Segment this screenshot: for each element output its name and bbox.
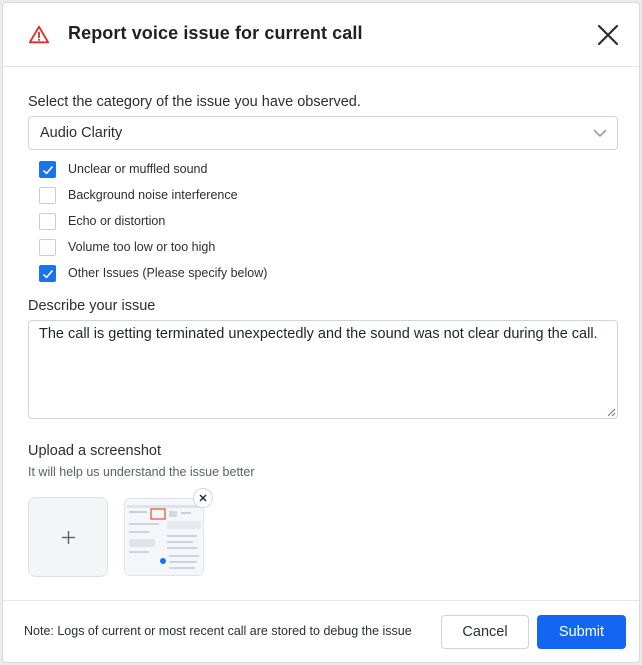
checkmark-icon [42,269,54,279]
plus-icon [62,531,75,544]
close-icon[interactable] [597,24,619,46]
issue-option-checkbox[interactable] [39,213,56,230]
upload-label: Upload a screenshot [28,443,161,459]
screenshot-preview-image [125,499,203,575]
category-selected-value: Audio Clarity [40,125,123,141]
dialog-title: Report voice issue for current call [68,23,363,43]
dialog-footer: Note: Logs of current or most recent cal… [3,600,639,662]
resize-handle-icon[interactable] [606,407,616,417]
issue-option-label: Echo or distortion [68,214,166,228]
issue-option-checkbox[interactable] [39,161,56,178]
upload-helper-text: It will help us understand the issue bet… [28,465,255,479]
issue-option-checkbox[interactable] [39,265,56,282]
add-screenshot-button[interactable] [28,497,108,577]
screenshot-thumbnail[interactable] [124,498,204,576]
issue-option-label: Volume too low or too high [68,240,216,254]
checkmark-icon [42,165,54,175]
report-issue-dialog: Report voice issue for current call Sele… [2,2,640,663]
category-label: Select the category of the issue you hav… [28,94,361,110]
dialog-header: Report voice issue for current call [3,3,639,67]
issue-option-checkbox[interactable] [39,239,56,256]
describe-issue-textarea[interactable]: The call is getting terminated unexpecte… [28,320,618,419]
logs-note: Note: Logs of current or most recent cal… [24,624,412,638]
chevron-down-icon [593,129,607,137]
describe-label: Describe your issue [28,298,156,314]
issue-option-label: Background noise interference [68,188,238,202]
issue-option-label: Unclear or muffled sound [68,162,208,176]
issue-option-checkbox[interactable] [39,187,56,204]
close-icon [199,494,207,502]
submit-button[interactable]: Submit [537,615,626,649]
category-select[interactable]: Audio Clarity [28,116,618,150]
cancel-button[interactable]: Cancel [441,615,529,649]
issue-option-label: Other Issues (Please specify below) [68,266,268,280]
remove-screenshot-button[interactable] [193,488,213,508]
warning-triangle-icon [28,25,50,44]
